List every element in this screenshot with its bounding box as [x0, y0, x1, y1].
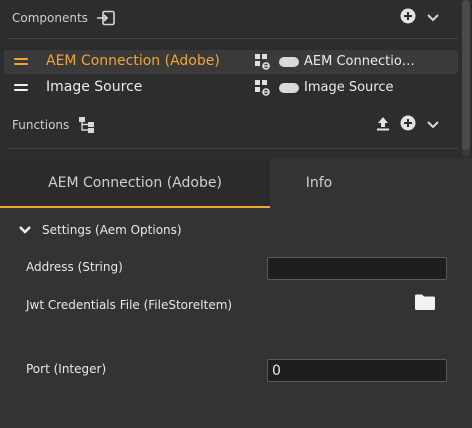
enabled-toggle[interactable]: [279, 57, 299, 67]
component-name: AEM Connection (Adobe): [46, 53, 220, 69]
functions-header: Functions: [0, 110, 460, 140]
scrollbar[interactable]: [462, 0, 470, 156]
port-input[interactable]: [267, 359, 447, 382]
drag-handle-icon[interactable]: [14, 84, 28, 92]
upload-icon[interactable]: [376, 115, 390, 135]
settings-group-title: Settings (Aem Options): [42, 223, 182, 237]
add-icon[interactable]: [400, 115, 416, 135]
components-header: Components: [0, 3, 460, 33]
port-label: Port (Integer): [26, 362, 107, 376]
functions-title: Functions: [12, 118, 70, 132]
outline-panel: Components AEM Connection (Adobe) AEM Co…: [0, 0, 472, 158]
divider: [8, 148, 458, 149]
component-alias: AEM Connectio…: [304, 54, 415, 69]
drag-handle-icon[interactable]: [14, 58, 28, 66]
component-row-image-source[interactable]: Image Source Image Source: [4, 76, 458, 100]
tab-bar: AEM Connection (Adobe) Info: [0, 158, 472, 208]
chevron-down-icon[interactable]: [426, 116, 440, 135]
jwt-credentials-label: Jwt Credentials File (FileStoreItem): [26, 298, 233, 312]
hierarchy-icon[interactable]: [77, 116, 97, 134]
enabled-toggle[interactable]: [279, 83, 299, 93]
divider: [8, 38, 458, 39]
tab-info[interactable]: Info: [270, 158, 368, 208]
settings-group-header[interactable]: Settings (Aem Options): [18, 222, 182, 238]
properties-panel: AEM Connection (Adobe) Info Settings (Ae…: [0, 158, 472, 428]
add-icon[interactable]: [400, 8, 416, 28]
address-input[interactable]: [267, 257, 447, 280]
chevron-down-icon[interactable]: [18, 221, 32, 240]
scrollbar-thumb[interactable]: [462, 0, 470, 150]
chevron-down-icon[interactable]: [426, 9, 440, 28]
components-title: Components: [12, 11, 88, 25]
folder-icon[interactable]: [414, 293, 436, 315]
component-link-icon: [254, 79, 272, 101]
address-label: Address (String): [26, 260, 123, 274]
tab-aem-connection[interactable]: AEM Connection (Adobe): [0, 158, 270, 208]
import-icon[interactable]: [96, 10, 116, 26]
component-link-icon: [254, 53, 272, 75]
component-alias: Image Source: [304, 80, 394, 95]
component-name: Image Source: [46, 79, 143, 95]
component-row-aem-connection[interactable]: AEM Connection (Adobe) AEM Connectio…: [4, 50, 458, 74]
